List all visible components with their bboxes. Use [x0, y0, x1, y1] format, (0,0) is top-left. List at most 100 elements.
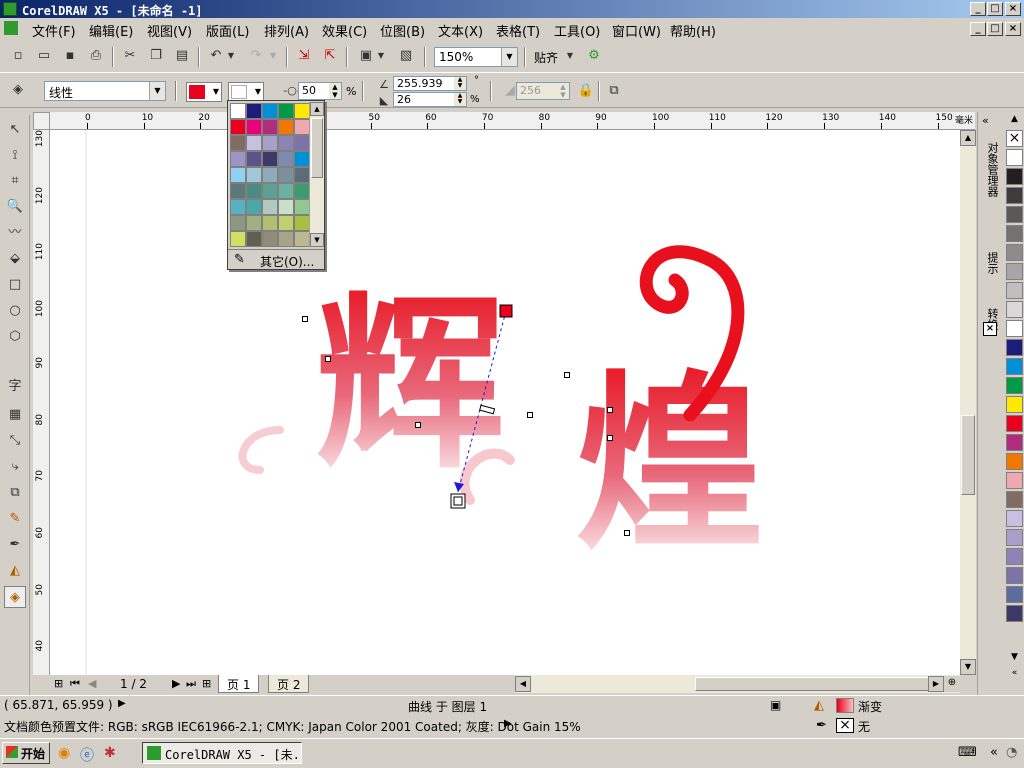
color-cell[interactable]	[294, 119, 310, 135]
navigator-zoom-icon[interactable]: ⊕	[944, 676, 960, 692]
spinner-arrows-icon[interactable]: ▲ ▼	[454, 77, 466, 90]
palette-scroll-down-icon[interactable]: ▼	[1006, 652, 1023, 666]
menu-view[interactable]: 视图(V)	[147, 21, 192, 40]
save-icon[interactable]: ▪	[60, 46, 80, 66]
menu-bitmaps[interactable]: 位图(B)	[380, 21, 425, 40]
palette-swatch[interactable]	[1006, 396, 1023, 413]
color-cell[interactable]	[278, 215, 294, 231]
color-cell[interactable]	[230, 119, 246, 135]
selection-handle[interactable]	[607, 435, 613, 441]
color-cell[interactable]	[294, 183, 310, 199]
paste-icon[interactable]: ▤	[172, 46, 192, 66]
horizontal-ruler[interactable]: 0102030405060708090100110120130140150毫米	[50, 112, 975, 130]
color-cell[interactable]	[262, 135, 278, 151]
color-cell[interactable]	[262, 199, 278, 215]
menu-file[interactable]: 文件(F)	[32, 21, 76, 40]
redo-dropdown-icon[interactable]: ▼	[268, 46, 278, 66]
fill-tool-icon[interactable]: ◭	[4, 560, 26, 582]
color-cell[interactable]	[262, 103, 278, 119]
color-cell[interactable]	[278, 167, 294, 183]
palette-swatch[interactable]	[1006, 586, 1023, 603]
palette-swatch[interactable]	[1006, 263, 1023, 280]
other-color-button[interactable]: 其它(O)...	[260, 253, 314, 270]
palette-swatch[interactable]	[1006, 282, 1023, 299]
options-icon[interactable]: ⚙	[584, 46, 604, 66]
tab-page-1[interactable]: 页 1	[218, 675, 260, 693]
scroll-left-icon[interactable]: ◀	[515, 676, 531, 692]
table-tool-icon[interactable]: ▦	[4, 404, 26, 426]
menu-help[interactable]: 帮助(H)	[670, 21, 716, 40]
spinner-arrows-icon[interactable]: ▲ ▼	[454, 93, 466, 106]
color-cell[interactable]	[246, 119, 262, 135]
spinner-arrows-icon[interactable]: ▲ ▼	[557, 83, 569, 99]
tab-page-2[interactable]: 页 2	[268, 675, 310, 693]
palette-swatch[interactable]	[1006, 472, 1023, 489]
previous-page-icon[interactable]: ◀	[88, 677, 96, 690]
selection-handle[interactable]	[527, 412, 533, 418]
palette-swatch[interactable]	[1006, 529, 1023, 546]
horizontal-scrollbar[interactable]: ◀ ▶ ⊕	[515, 675, 960, 693]
palette-swatch[interactable]	[1006, 168, 1023, 185]
eyedropper-tool-icon[interactable]: ✎	[4, 508, 26, 530]
menu-table[interactable]: 表格(T)	[496, 21, 540, 40]
color-cell[interactable]	[246, 167, 262, 183]
color-cell[interactable]	[278, 103, 294, 119]
gradient-end-node[interactable]	[450, 493, 466, 509]
copy-icon[interactable]: ❐	[146, 46, 166, 66]
color-cell[interactable]	[262, 215, 278, 231]
undo-icon[interactable]: ↶	[206, 46, 226, 66]
chevron-down-icon[interactable]: ▼	[501, 48, 517, 66]
color-cell[interactable]	[246, 103, 262, 119]
menu-edit[interactable]: 编辑(E)	[89, 21, 133, 40]
vertical-ruler[interactable]: 130 120 110 100 90 80 70 60 50 40	[33, 130, 50, 675]
color-cell[interactable]	[246, 151, 262, 167]
popup-scrollbar[interactable]: ▲ ▼	[309, 102, 324, 247]
status-expand-icon[interactable]: ▶	[118, 698, 126, 709]
color-profile-info[interactable]: 文档颜色预置文件: RGB: sRGB IEC61966-2.1; CMYK: …	[4, 718, 581, 735]
print-icon[interactable]: ⎙	[86, 46, 106, 66]
color-cell[interactable]	[246, 183, 262, 199]
new-document-icon[interactable]: ▫	[8, 46, 28, 66]
last-page-icon[interactable]: ⏭	[186, 677, 196, 691]
menu-window[interactable]: 窗口(W)	[612, 21, 661, 40]
palette-swatch[interactable]	[1006, 244, 1023, 261]
color-cell[interactable]	[230, 167, 246, 183]
spinner-arrows-icon[interactable]: ▲ ▼	[329, 83, 341, 99]
ellipse-tool-icon[interactable]: ○	[4, 300, 26, 322]
palette-swatch[interactable]	[1006, 358, 1023, 375]
vertical-scroll-thumb[interactable]	[961, 415, 975, 495]
popup-scroll-up-icon[interactable]: ▲	[310, 102, 324, 116]
color-cell[interactable]	[262, 119, 278, 135]
collapse-docker-icon[interactable]: «	[982, 114, 989, 127]
copy-fill-properties-icon[interactable]: ⧉	[604, 81, 624, 101]
menu-tools[interactable]: 工具(O)	[554, 21, 600, 40]
palette-swatch[interactable]	[1006, 434, 1023, 451]
other-color-row[interactable]: ✎ 其它(O)...	[228, 249, 324, 269]
palette-swatch[interactable]	[1006, 510, 1023, 527]
zoom-level-combo[interactable]: 150% ▼	[434, 47, 518, 67]
selection-handle[interactable]	[302, 316, 308, 322]
palette-swatch[interactable]	[1006, 225, 1023, 242]
scroll-down-icon[interactable]: ▼	[960, 659, 976, 675]
color-cell[interactable]	[278, 119, 294, 135]
popup-scroll-thumb[interactable]	[311, 118, 323, 178]
color-cell[interactable]	[246, 231, 262, 247]
popup-scroll-down-icon[interactable]: ▼	[310, 233, 324, 247]
color-cell[interactable]	[278, 199, 294, 215]
pick-tool-icon[interactable]: ↖	[4, 119, 26, 141]
shape-tool-icon[interactable]: ⟟	[4, 145, 26, 167]
color-cell[interactable]	[294, 167, 310, 183]
color-cell[interactable]	[294, 151, 310, 167]
outline-pen-tool-icon[interactable]: ✒	[4, 534, 26, 556]
menu-text[interactable]: 文本(X)	[438, 21, 483, 40]
color-cell[interactable]	[230, 135, 246, 151]
profile-expand-icon[interactable]: ▶	[504, 718, 512, 729]
no-color-swatch[interactable]: ⨯	[1006, 130, 1023, 147]
horizontal-scroll-thumb[interactable]	[695, 677, 945, 691]
rectangle-tool-icon[interactable]: □	[4, 274, 26, 296]
doc-close-button[interactable]: ×	[1005, 22, 1021, 36]
menu-arrange[interactable]: 排列(A)	[264, 21, 309, 40]
outline-pen-icon[interactable]: ✒	[816, 718, 827, 733]
scroll-right-icon[interactable]: ▶	[928, 676, 944, 692]
redo-icon[interactable]: ↷	[246, 46, 266, 66]
